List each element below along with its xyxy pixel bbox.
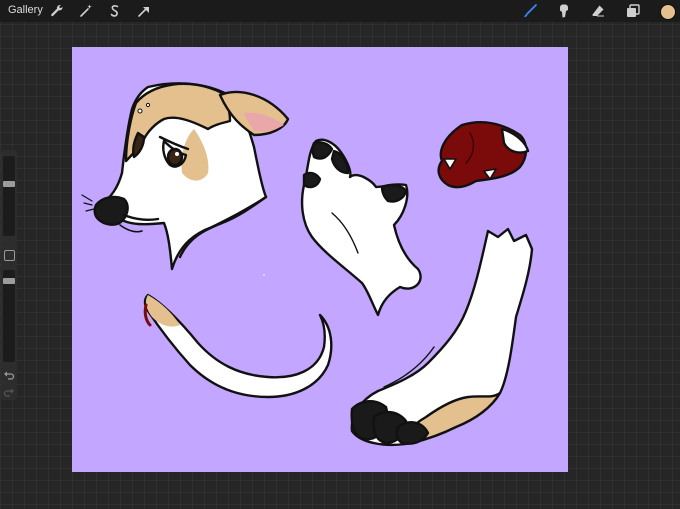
mouth-drawing — [437, 121, 530, 189]
opacity-thumb[interactable] — [3, 278, 15, 284]
brush-size-thumb[interactable] — [3, 181, 15, 187]
layers-icon[interactable] — [625, 3, 641, 19]
dog-head-drawing — [81, 82, 290, 271]
modify-button[interactable] — [4, 250, 15, 261]
gallery-button[interactable]: Gallery — [8, 4, 43, 16]
tail-drawing — [143, 293, 333, 399]
transform-arrow-icon[interactable] — [136, 3, 152, 19]
stray-mark — [263, 274, 265, 276]
paw-drawing — [300, 138, 422, 317]
color-swatch[interactable] — [660, 4, 676, 20]
brush-icon[interactable] — [522, 3, 538, 19]
smudge-icon[interactable] — [556, 3, 572, 19]
magic-wand-icon[interactable] — [78, 3, 94, 19]
eraser-icon[interactable] — [590, 3, 606, 19]
wrench-icon[interactable] — [49, 3, 65, 19]
drawing-canvas[interactable] — [72, 47, 568, 472]
selection-icon[interactable] — [107, 3, 123, 19]
top-toolbar: Gallery — [0, 0, 680, 22]
undo-arrow-icon[interactable] — [3, 369, 15, 381]
left-sidebar — [1, 150, 17, 400]
redo-arrow-icon[interactable] — [3, 386, 15, 398]
brush-size-slider[interactable] — [3, 156, 15, 236]
